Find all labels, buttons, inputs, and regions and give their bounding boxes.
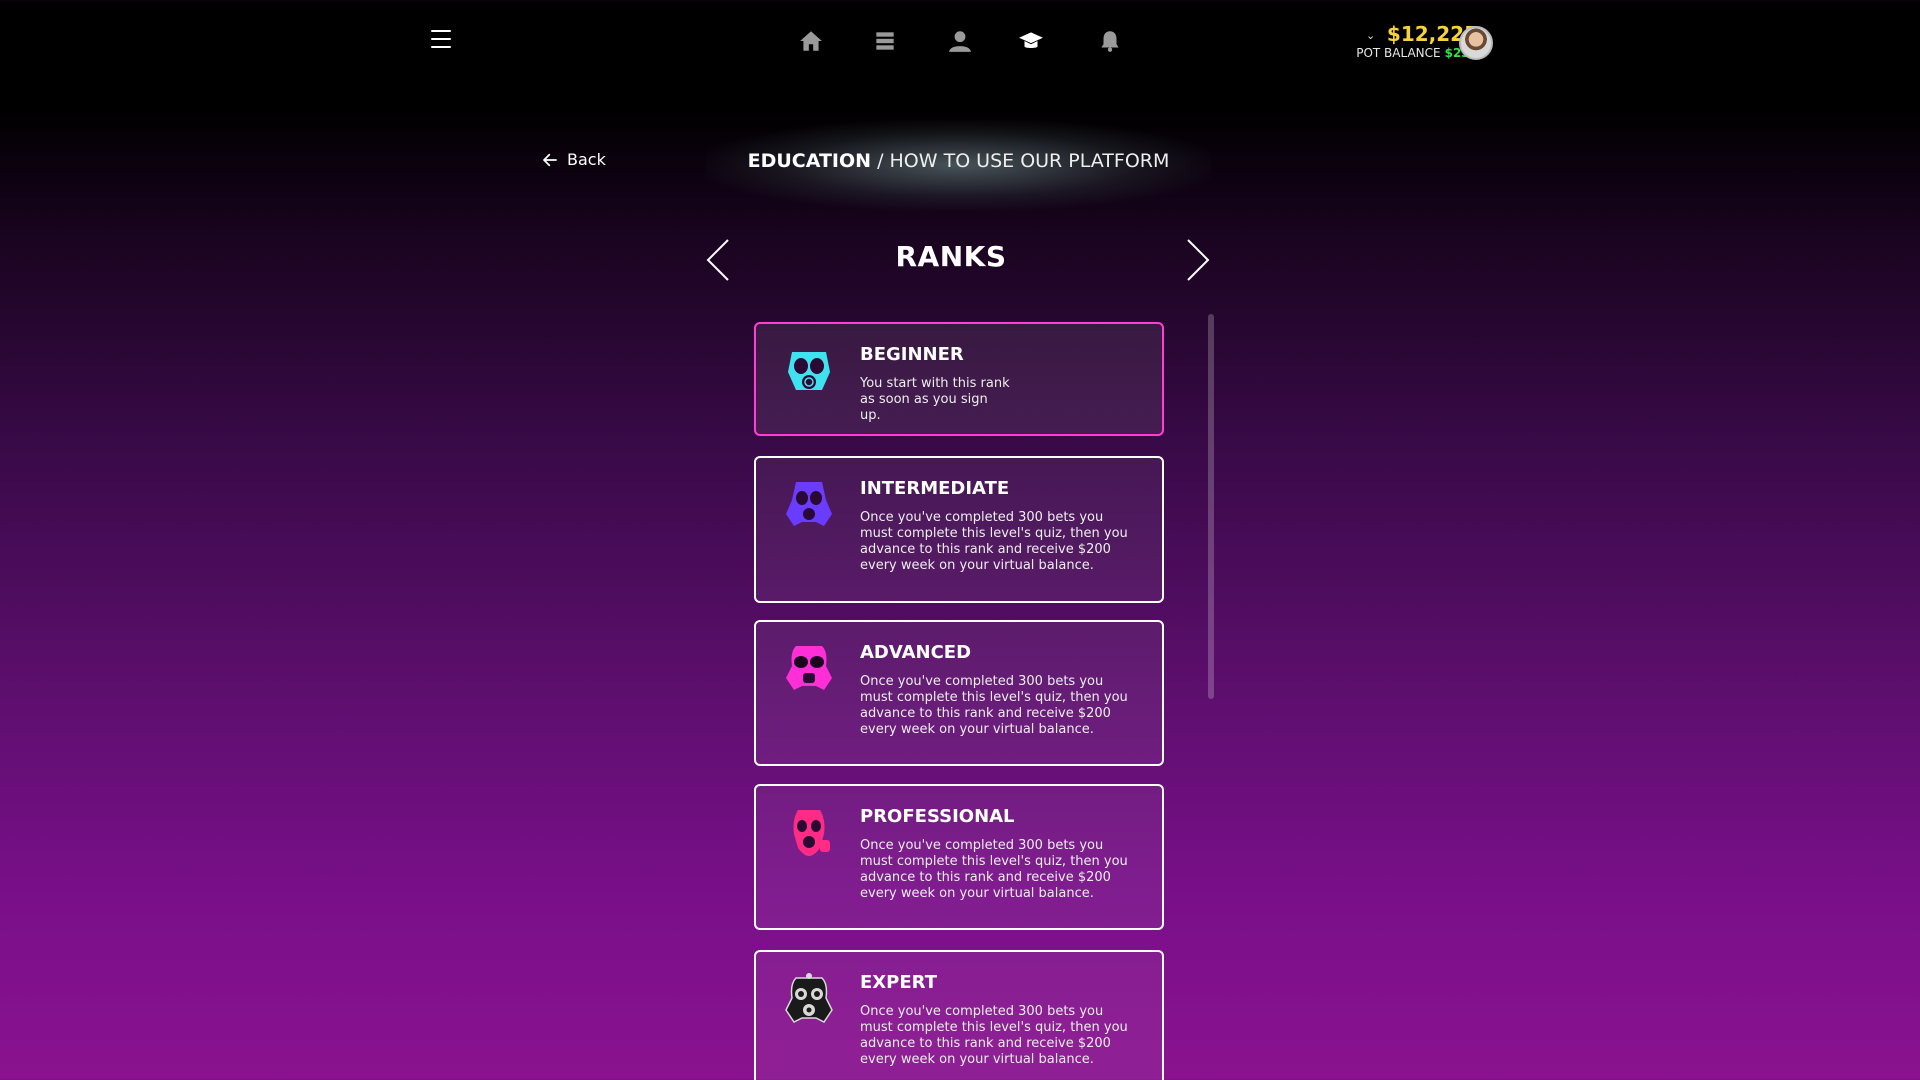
gas-mask-blue-icon — [782, 478, 836, 532]
breadcrumb-page: HOW TO USE OUR PLATFORM — [889, 150, 1170, 172]
rank-card-intermediate[interactable]: INTERMEDIATE Once you've completed 300 b… — [754, 456, 1164, 603]
rank-title: PROFESSIONAL — [860, 806, 1015, 827]
back-label: Back — [567, 150, 606, 169]
menu-icon[interactable] — [428, 26, 454, 52]
chevron-down-icon[interactable]: ⌄ — [1366, 29, 1375, 42]
rank-description: Once you've completed 300 bets you must … — [860, 1004, 1128, 1067]
bell-icon[interactable] — [1097, 28, 1123, 54]
gas-mask-cyan-icon — [782, 344, 836, 398]
breadcrumb: EDUCATION / HOW TO USE OUR PLATFORM — [706, 150, 1211, 172]
next-arrow-icon[interactable] — [1184, 238, 1212, 282]
back-button[interactable]: Back — [541, 150, 606, 169]
rank-card-professional[interactable]: PROFESSIONAL Once you've completed 300 b… — [754, 784, 1164, 930]
rank-title: INTERMEDIATE — [860, 478, 1010, 499]
user-icon[interactable] — [947, 28, 973, 54]
rank-title: ADVANCED — [860, 642, 972, 663]
rank-description: Once you've completed 300 bets you must … — [860, 674, 1128, 737]
rank-description: Once you've completed 300 bets you must … — [860, 838, 1128, 901]
top-bar: ⌄ $12,225 POT BALANCE$235 — [0, 0, 1920, 90]
list-icon[interactable] — [872, 28, 898, 54]
rank-title: EXPERT — [860, 972, 937, 993]
rank-title: BEGINNER — [860, 344, 964, 365]
page-title: RANKS — [895, 240, 1007, 273]
rank-card-beginner[interactable]: BEGINNER You start with this rank as soo… — [754, 322, 1164, 436]
rank-card-advanced[interactable]: ADVANCED Once you've completed 300 bets … — [754, 620, 1164, 766]
gas-mask-skull-icon — [782, 972, 836, 1026]
avatar[interactable] — [1459, 26, 1493, 60]
graduation-cap-icon[interactable] — [1018, 28, 1044, 54]
arrow-left-icon — [543, 153, 557, 166]
home-icon[interactable] — [798, 28, 824, 54]
breadcrumb-section[interactable]: EDUCATION — [748, 150, 871, 172]
scrollbar[interactable] — [1208, 314, 1214, 699]
gas-mask-magenta-icon — [782, 642, 836, 696]
gas-mask-pink-icon — [782, 806, 836, 860]
rank-description: You start with this rank as soon as you … — [860, 376, 1010, 423]
previous-arrow-icon[interactable] — [704, 238, 732, 282]
pot-balance-label: POT BALANCE — [1356, 46, 1441, 60]
rank-description: Once you've completed 300 bets you must … — [860, 510, 1128, 573]
rank-card-expert[interactable]: EXPERT Once you've completed 300 bets yo… — [754, 950, 1164, 1080]
breadcrumb-separator: / — [871, 150, 890, 172]
